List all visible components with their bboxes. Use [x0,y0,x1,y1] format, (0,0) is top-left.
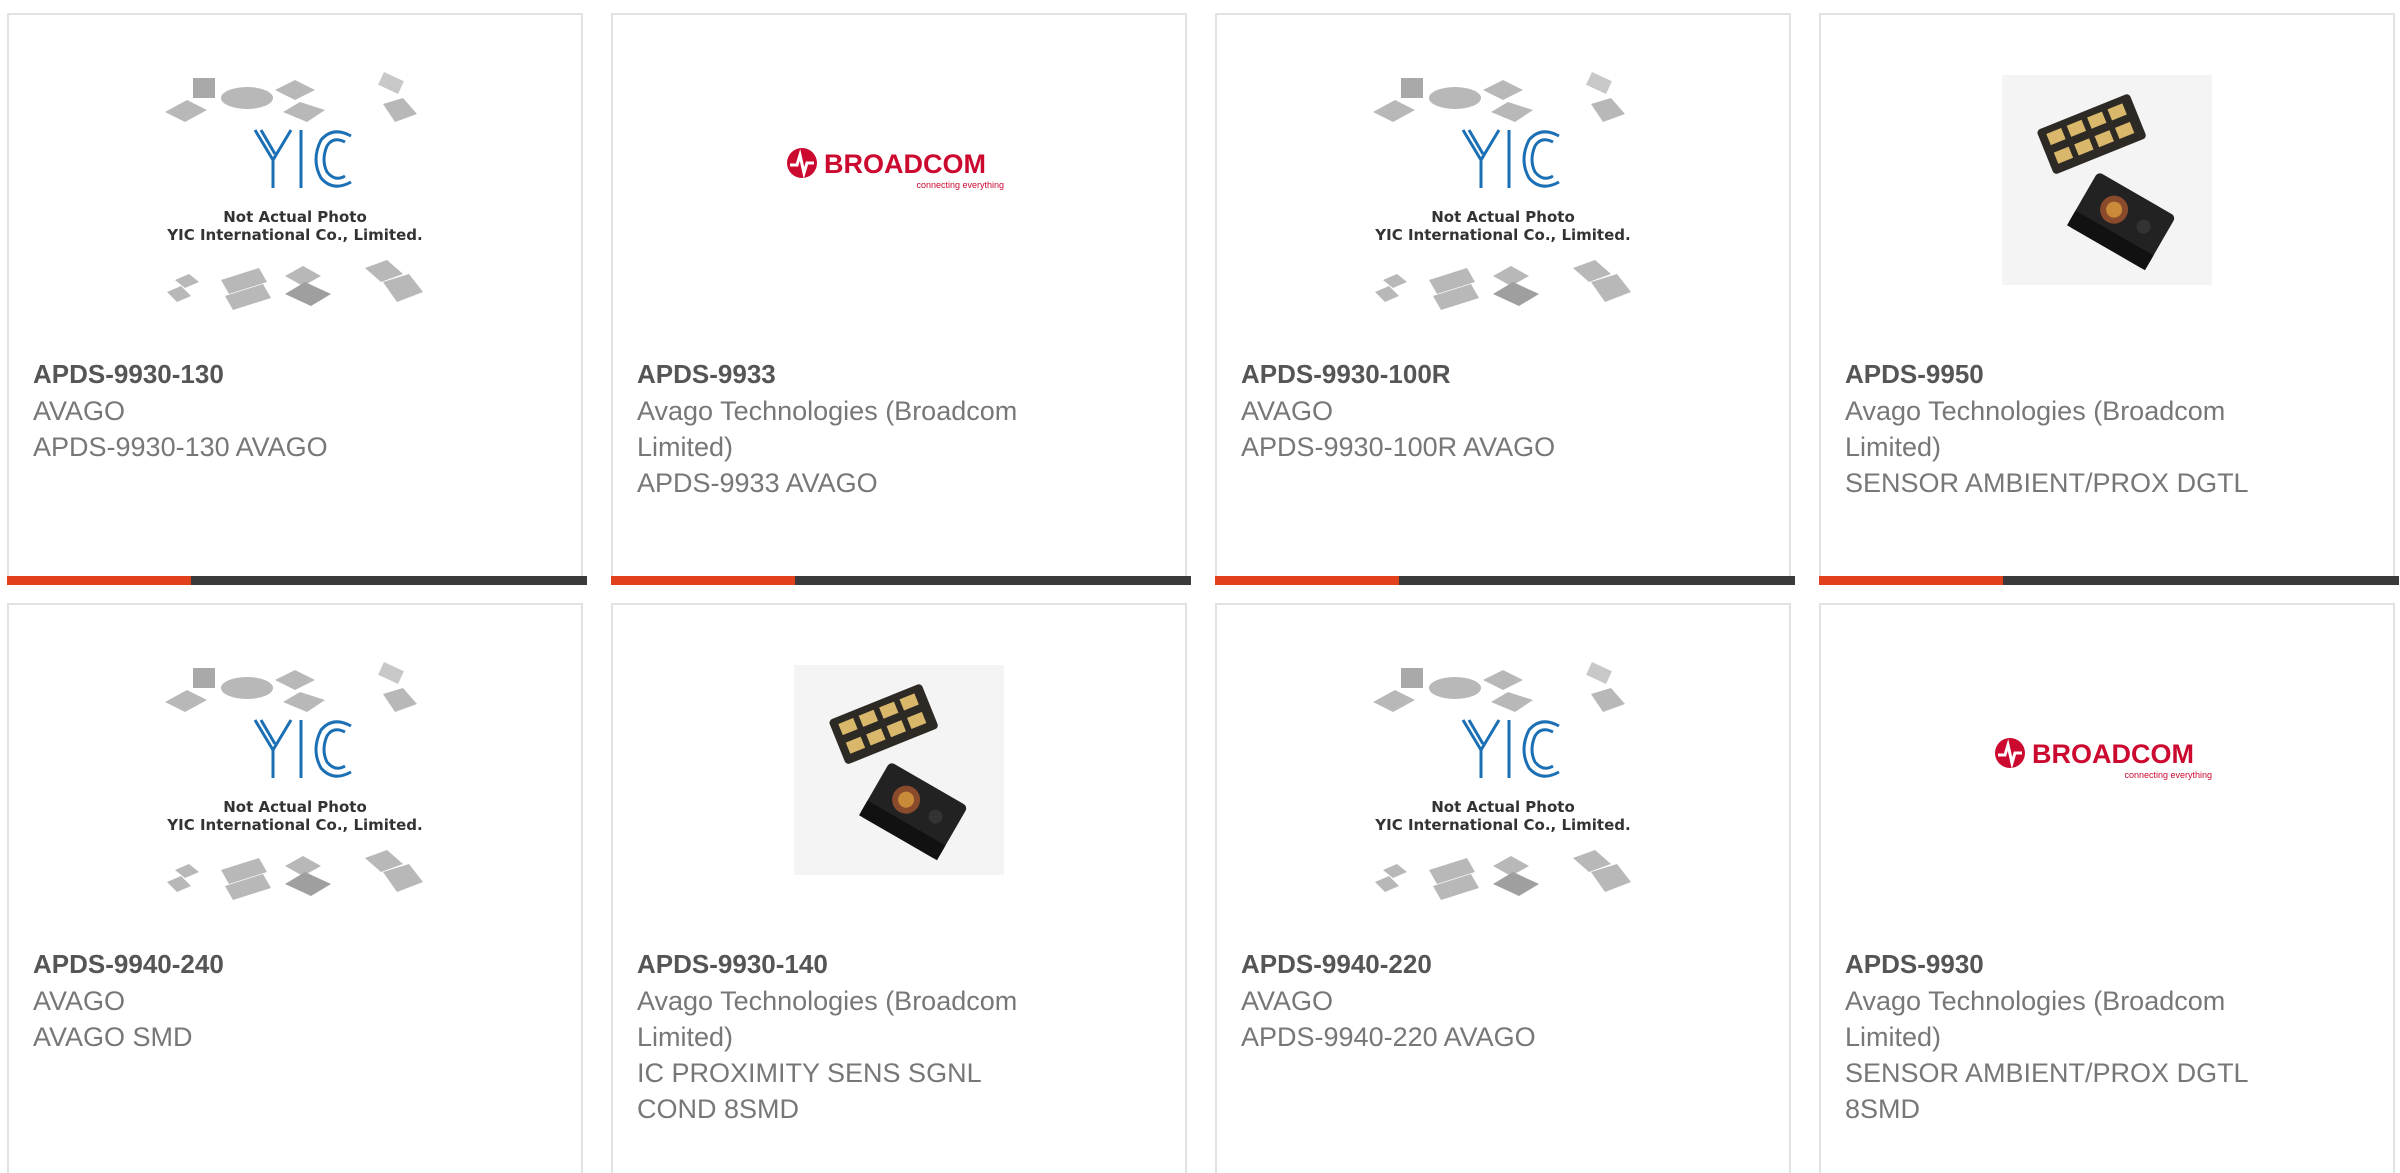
product-manufacturer: AVAGO [33,396,126,426]
broadcom-logo-image: BROADCOM connecting everything [787,148,1004,190]
product-thumbnail[interactable] [613,605,1185,935]
card-accent-bar [1215,576,1795,585]
product-part-number[interactable]: APDS-9930-130 [33,357,224,391]
placeholder-caption: Not Actual Photo [223,798,367,816]
broadcom-logo-text: BROADCOM [824,149,986,179]
product-card[interactable]: APDS-9930-140 Avago Technologies (Broadco… [611,603,1187,1173]
card-accent-bar [1819,576,2399,585]
product-part-number[interactable]: APDS-9930 [1845,947,1984,981]
product-description: APDS-9940-220 AVAGO [1241,1022,1536,1052]
sensor-chip-photo [2002,75,2212,285]
product-description: APDS-9933 AVAGO [637,468,878,498]
broadcom-logo-text: connecting everything [916,180,1004,190]
product-card[interactable]: BROADCOM connecting everything APDS-9930… [1819,603,2395,1173]
product-description: IC PROXIMITY SENS SGNL [637,1058,982,1088]
product-thumbnail[interactable]: Not Actual Photo YIC International Co., … [1217,15,1789,365]
product-card[interactable]: APDS-9950 Avago Technologies (Broadcom Li… [1819,13,2399,585]
product-description: COND 8SMD [637,1094,800,1124]
product-description: APDS-9930-100R AVAGO [1241,432,1556,462]
product-thumbnail[interactable]: BROADCOM connecting everything [1821,605,2393,905]
product-description: AVAGO SMD [33,1022,193,1052]
product-card[interactable]: Not Actual Photo YIC International Co., … [7,13,587,585]
placeholder-caption: Not Actual Photo [223,208,367,226]
broadcom-logo-text: BROADCOM [2032,739,2194,769]
product-part-number[interactable]: APDS-9940-240 [33,947,224,981]
placeholder-caption: YIC International Co., Limited. [1374,226,1630,244]
product-part-number[interactable]: APDS-9950 [1845,357,1984,391]
product-part-number[interactable]: APDS-9930-100R [1241,357,1451,391]
product-manufacturer: Avago Technologies (Broadcom Limited) [1845,986,2226,1052]
product-thumbnail[interactable]: BROADCOM connecting everything [613,15,1185,315]
card-accent-bar [7,576,587,585]
product-manufacturer: Avago Technologies (Broadcom Limited) [1845,396,2226,462]
product-description: APDS-9930-130 AVAGO [33,432,328,462]
product-part-number[interactable]: APDS-9940-220 [1241,947,1432,981]
product-description: SENSOR AMBIENT/PROX DGTL [1845,468,2249,498]
broadcom-logo-text: connecting everything [2124,770,2212,780]
product-card[interactable]: Not Actual Photo YIC International Co., … [1215,13,1795,585]
placeholder-caption: YIC International Co., Limited. [166,226,422,244]
product-description: SENSOR AMBIENT/PROX DGTL [1845,1058,2249,1088]
product-thumbnail[interactable] [1821,15,2393,345]
sensor-chip-photo [794,665,1004,875]
product-thumbnail[interactable]: Not Actual Photo YIC International Co., … [9,15,581,365]
placeholder-caption: Not Actual Photo [1431,798,1575,816]
placeholder-image: Not Actual Photo YIC International Co., … [1373,662,1631,900]
product-card[interactable]: Not Actual Photo YIC International Co., … [7,603,583,1173]
product-manufacturer: Avago Technologies (Broadcom Limited) [637,986,1018,1052]
product-thumbnail[interactable]: Not Actual Photo YIC International Co., … [9,605,581,955]
product-manufacturer: AVAGO [1241,396,1334,426]
product-manufacturer: AVAGO [1241,986,1334,1016]
product-manufacturer: AVAGO [33,986,126,1016]
placeholder-image: Not Actual Photo YIC International Co., … [1373,72,1631,310]
product-part-number[interactable]: APDS-9933 [637,357,776,391]
product-card[interactable]: Not Actual Photo YIC International Co., … [1215,603,1791,1173]
placeholder-caption: YIC International Co., Limited. [1374,816,1630,834]
product-description: 8SMD [1845,1094,1921,1124]
placeholder-image: Not Actual Photo YIC International Co., … [165,662,423,900]
placeholder-caption: Not Actual Photo [1431,208,1575,226]
product-thumbnail[interactable]: Not Actual Photo YIC International Co., … [1217,605,1789,955]
product-part-number[interactable]: APDS-9930-140 [637,947,828,981]
broadcom-logo-image: BROADCOM connecting everything [1995,738,2212,780]
card-accent-bar [611,576,1191,585]
placeholder-caption: YIC International Co., Limited. [166,816,422,834]
product-manufacturer: Avago Technologies (Broadcom Limited) [637,396,1018,462]
product-card[interactable]: BROADCOM connecting everything APDS-9933… [611,13,1191,585]
placeholder-image: Not Actual Photo YIC International Co., … [165,72,423,310]
